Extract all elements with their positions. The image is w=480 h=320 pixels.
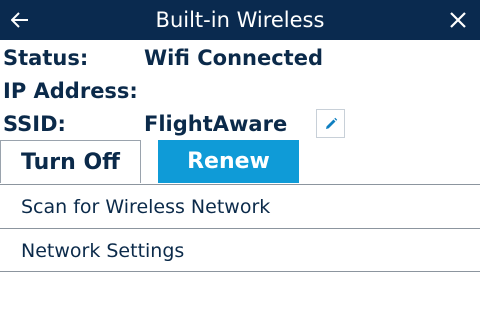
page-title: Built-in Wireless bbox=[155, 8, 325, 32]
turn-off-button[interactable]: Turn Off bbox=[0, 140, 141, 183]
edit-ssid-button[interactable] bbox=[316, 109, 345, 138]
close-icon bbox=[450, 12, 466, 28]
status-value: Wifi Connected bbox=[144, 46, 323, 70]
status-label: Status: bbox=[3, 46, 89, 70]
close-button[interactable] bbox=[438, 0, 478, 40]
list-item-network-settings[interactable]: Network Settings bbox=[0, 228, 480, 272]
ssid-label: SSID: bbox=[3, 112, 66, 136]
ssid-value: FlightAware bbox=[144, 112, 288, 136]
pencil-icon bbox=[325, 117, 337, 129]
header-bar: Built-in Wireless bbox=[0, 0, 480, 40]
options-list: Scan for Wireless Network Network Settin… bbox=[0, 184, 480, 272]
list-item-scan-wireless[interactable]: Scan for Wireless Network bbox=[0, 184, 480, 228]
ip-address-label: IP Address: bbox=[3, 79, 138, 103]
renew-button[interactable]: Renew bbox=[158, 140, 299, 183]
